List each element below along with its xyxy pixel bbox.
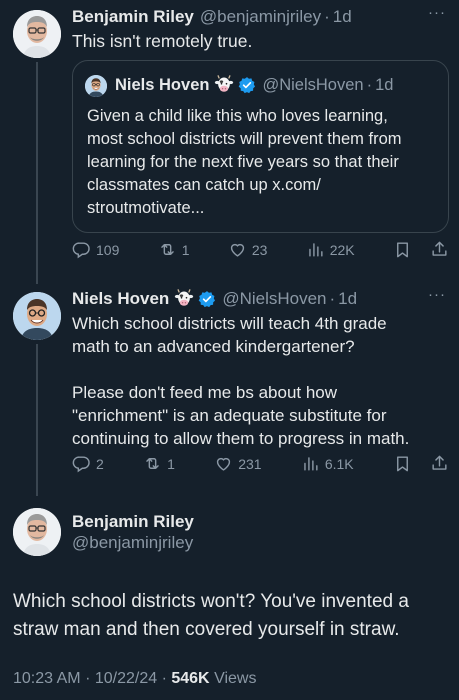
bookmark-icon: [393, 240, 412, 259]
author-name[interactable]: Benjamin Riley: [72, 7, 194, 27]
cow-emoji-icon: [174, 289, 194, 309]
more-icon[interactable]: ···: [428, 4, 446, 21]
share-icon: [430, 454, 449, 473]
author-handle[interactable]: @benjaminjriley: [200, 7, 321, 27]
like-count: 23: [251, 241, 268, 258]
reply-count: 2: [96, 455, 104, 472]
quote-header: Niels Hoven @NielsHoven · 1d: [115, 75, 393, 95]
tweet-time[interactable]: 10:23 AM: [13, 670, 81, 687]
reply-icon: [72, 454, 91, 473]
reply-count: 109: [96, 241, 120, 258]
avatar-benjamin-riley-icon: [13, 10, 61, 58]
more-icon[interactable]: ···: [428, 286, 446, 303]
avatar-niels-hoven-icon: [85, 75, 107, 97]
repost-icon: [158, 240, 177, 259]
repost-button[interactable]: 1: [158, 240, 190, 259]
author-handle[interactable]: @NielsHoven: [222, 289, 326, 309]
reply-button[interactable]: 2: [72, 454, 104, 473]
verified-badge-icon: [198, 290, 216, 308]
author-name[interactable]: Benjamin Riley: [72, 512, 194, 532]
avatar-niels-hoven-icon: [13, 292, 61, 340]
views-count: 546K: [171, 670, 210, 687]
bookmark-icon: [393, 454, 412, 473]
tweet-date[interactable]: 10/22/24: [95, 670, 157, 687]
tweet1-actions-right: [393, 240, 449, 259]
avatar-benjamin-riley-icon: [13, 508, 61, 556]
separator-dot: ·: [324, 7, 330, 26]
avatar[interactable]: [13, 10, 61, 58]
share-button[interactable]: [430, 240, 449, 259]
views-count: 22K: [329, 241, 355, 258]
reply-button[interactable]: 109: [72, 240, 119, 259]
tweet-text: This isn't remotely true.: [72, 31, 253, 51]
repost-button[interactable]: 1: [143, 454, 175, 473]
like-icon: [228, 240, 247, 259]
quote-tweet-card[interactable]: Niels Hoven @NielsHoven · 1d Given a chi…: [72, 60, 449, 233]
tweet2-header: Niels Hoven @NielsHoven · 1d: [72, 289, 357, 309]
reply-icon: [72, 240, 91, 259]
share-icon: [430, 240, 449, 259]
separator-dot: ·: [85, 670, 91, 687]
like-button[interactable]: 23: [228, 240, 268, 259]
bookmark-button[interactable]: [393, 240, 412, 259]
views-icon: [306, 240, 325, 259]
thread-line: [36, 62, 38, 284]
like-button[interactable]: 231: [214, 454, 262, 473]
separator-dot: ·: [161, 670, 167, 687]
share-button[interactable]: [430, 454, 449, 473]
views-icon: [301, 454, 320, 473]
main-tweet-text: Which school districts won't? You've inv…: [13, 591, 409, 640]
quote-timestamp: 1d: [375, 75, 394, 94]
tweet1-header: Benjamin Riley @benjaminjriley · 1d: [72, 7, 352, 27]
quote-author-handle: @NielsHoven: [262, 75, 364, 94]
tweet-meta: 10:23 AM · 10/22/24 · 546K Views: [13, 670, 256, 688]
author-handle[interactable]: @benjaminjriley: [72, 533, 193, 553]
timestamp[interactable]: 1d: [338, 289, 357, 309]
verified-badge-icon: [238, 76, 256, 94]
cow-emoji-icon: [214, 75, 234, 95]
views-label: Views: [214, 670, 257, 687]
avatar[interactable]: [13, 292, 61, 340]
timestamp[interactable]: 1d: [333, 7, 352, 27]
tweet2-actions: 2 1 231 6.1K: [72, 454, 449, 473]
author-name[interactable]: Niels Hoven: [72, 289, 169, 309]
like-count: 231: [238, 455, 262, 472]
like-icon: [214, 454, 233, 473]
repost-count: 1: [167, 455, 175, 472]
quote-avatar: [85, 75, 107, 97]
views-button[interactable]: 6.1K: [301, 454, 354, 473]
tweet1-actions: 109 1 23 22K: [72, 240, 449, 259]
repost-icon: [143, 454, 162, 473]
tweet2-actions-right: [393, 454, 449, 473]
quote-author-name: Niels Hoven: [115, 75, 210, 94]
separator-dot: ·: [329, 289, 336, 308]
bookmark-button[interactable]: [393, 454, 412, 473]
thread-line: [36, 344, 38, 496]
separator-dot: ·: [366, 75, 373, 94]
avatar[interactable]: [13, 508, 61, 556]
tweet-text: Which school districts will teach 4th gr…: [72, 314, 410, 448]
repost-count: 1: [181, 241, 190, 258]
views-button[interactable]: 22K: [306, 240, 355, 259]
quote-text: Given a child like this who loves learni…: [87, 107, 402, 217]
views-count: 6.1K: [324, 455, 354, 472]
